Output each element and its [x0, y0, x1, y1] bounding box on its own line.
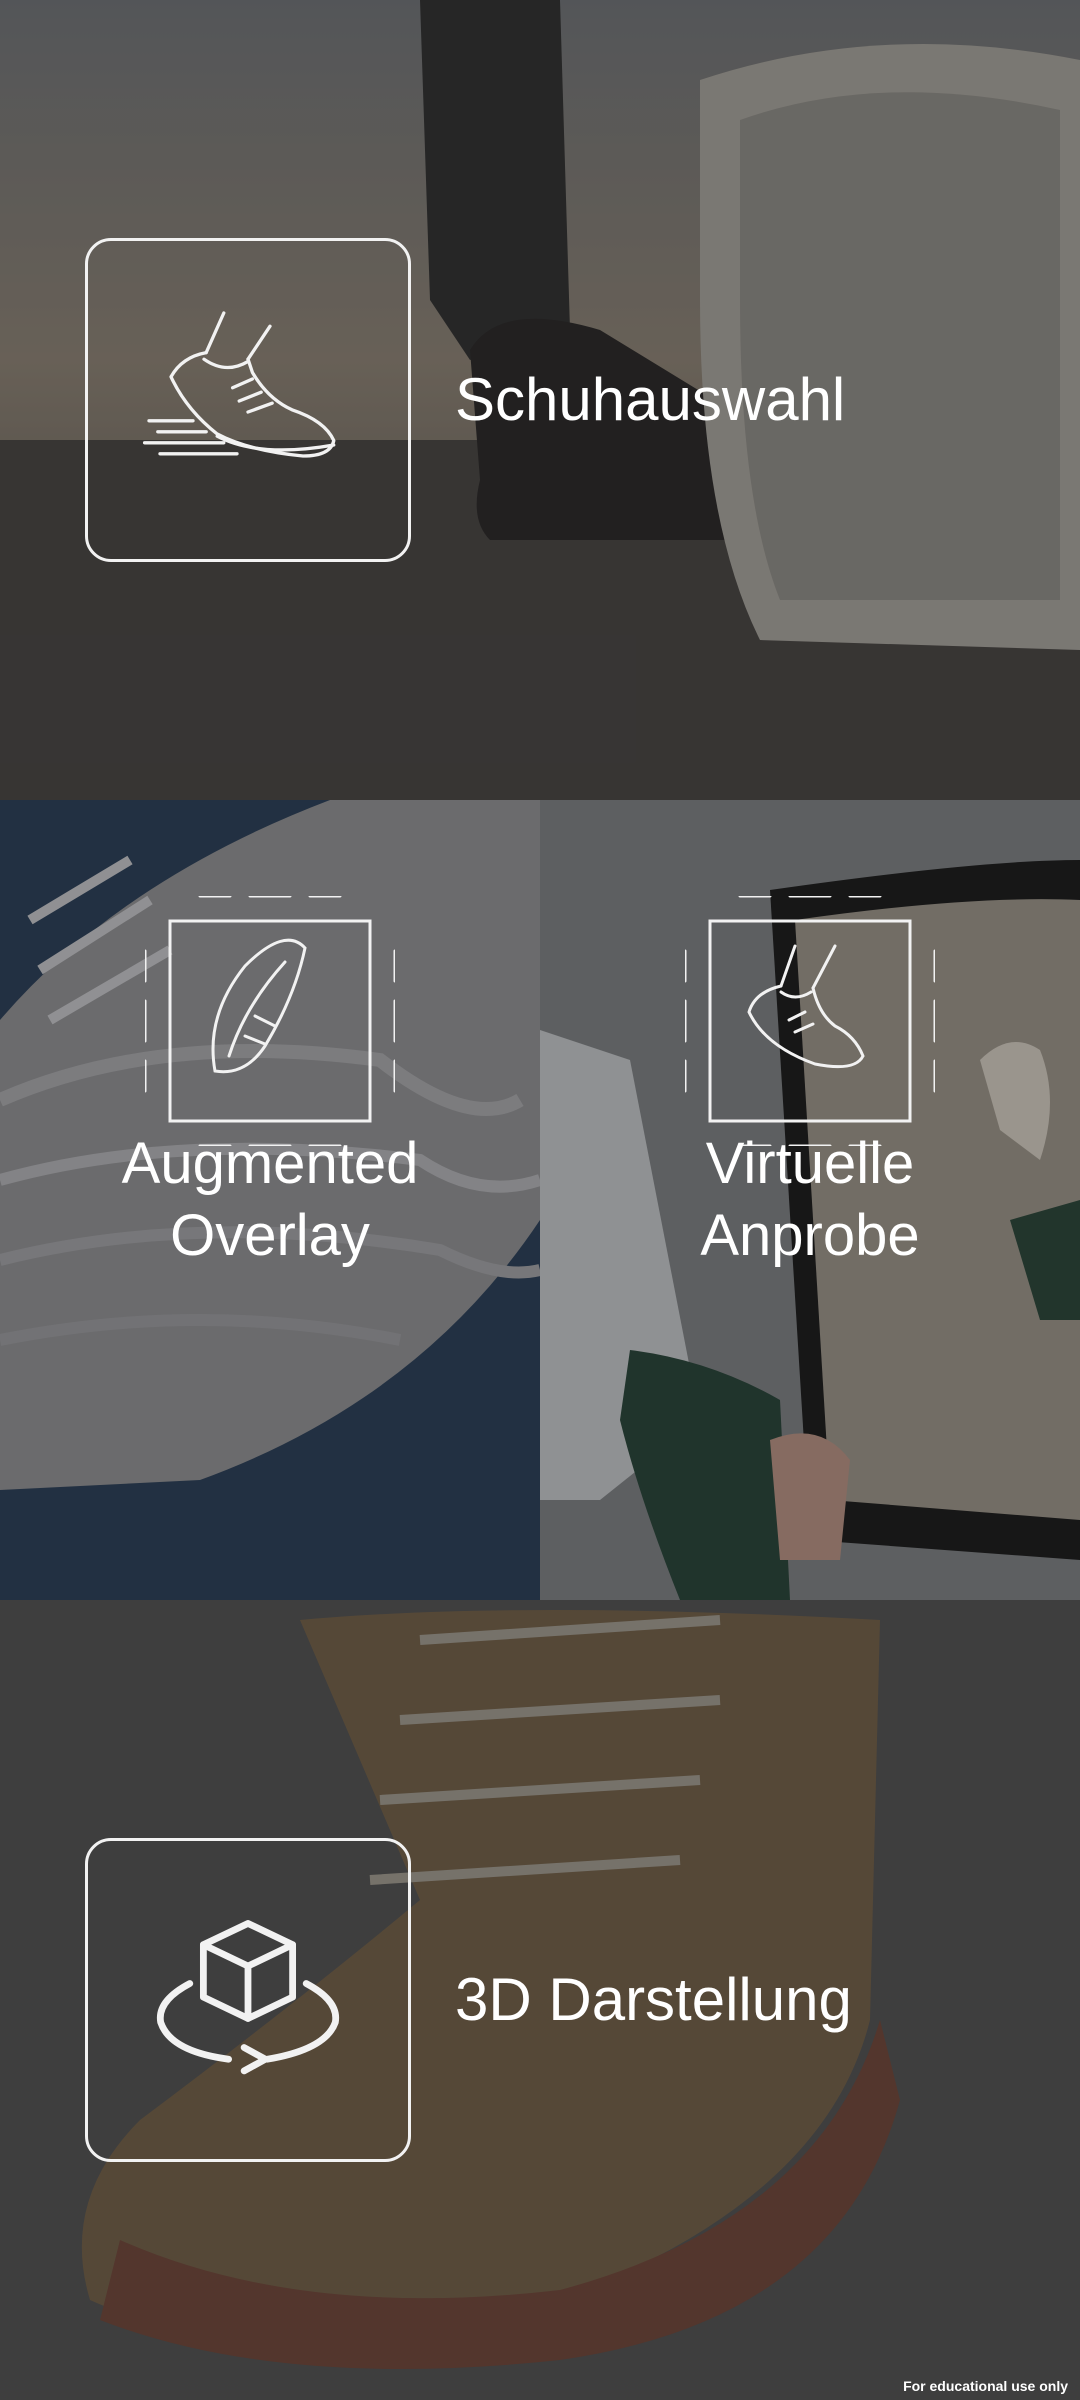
menu-tile-augmented-overlay[interactable]: Augmented Overlay — [0, 800, 540, 1600]
foot-scan-icon — [685, 896, 935, 1146]
3d-cube-rotate-icon — [156, 1920, 340, 2075]
augmented-overlay-label: Augmented Overlay — [0, 1128, 540, 1272]
shoe-selection-label: Schuhauswahl — [455, 366, 846, 433]
virtual-try-on-label: Virtuelle Anprobe — [540, 1128, 1080, 1272]
virtual-try-on-label-line1: Virtuelle — [705, 1131, 915, 1196]
running-shoe-icon — [142, 311, 336, 458]
watermark-text: For educational use only — [903, 2378, 1068, 2394]
3d-view-icon-frame — [85, 1838, 411, 2162]
menu-tile-3d-view[interactable]: 3D Darstellung — [0, 1600, 1080, 2400]
shoe-selection-icon-frame — [85, 238, 411, 562]
virtual-try-on-label-line2: Anprobe — [700, 1203, 920, 1268]
3d-view-label: 3D Darstellung — [455, 1966, 852, 2033]
menu-tile-virtual-try-on[interactable]: Virtuelle Anprobe — [540, 800, 1080, 1600]
menu-tile-shoe-selection[interactable]: Schuhauswahl — [0, 0, 1080, 800]
augmented-overlay-label-line1: Augmented — [121, 1131, 419, 1196]
augmented-overlay-label-line2: Overlay — [170, 1203, 370, 1268]
shoe-scan-icon — [145, 896, 395, 1146]
